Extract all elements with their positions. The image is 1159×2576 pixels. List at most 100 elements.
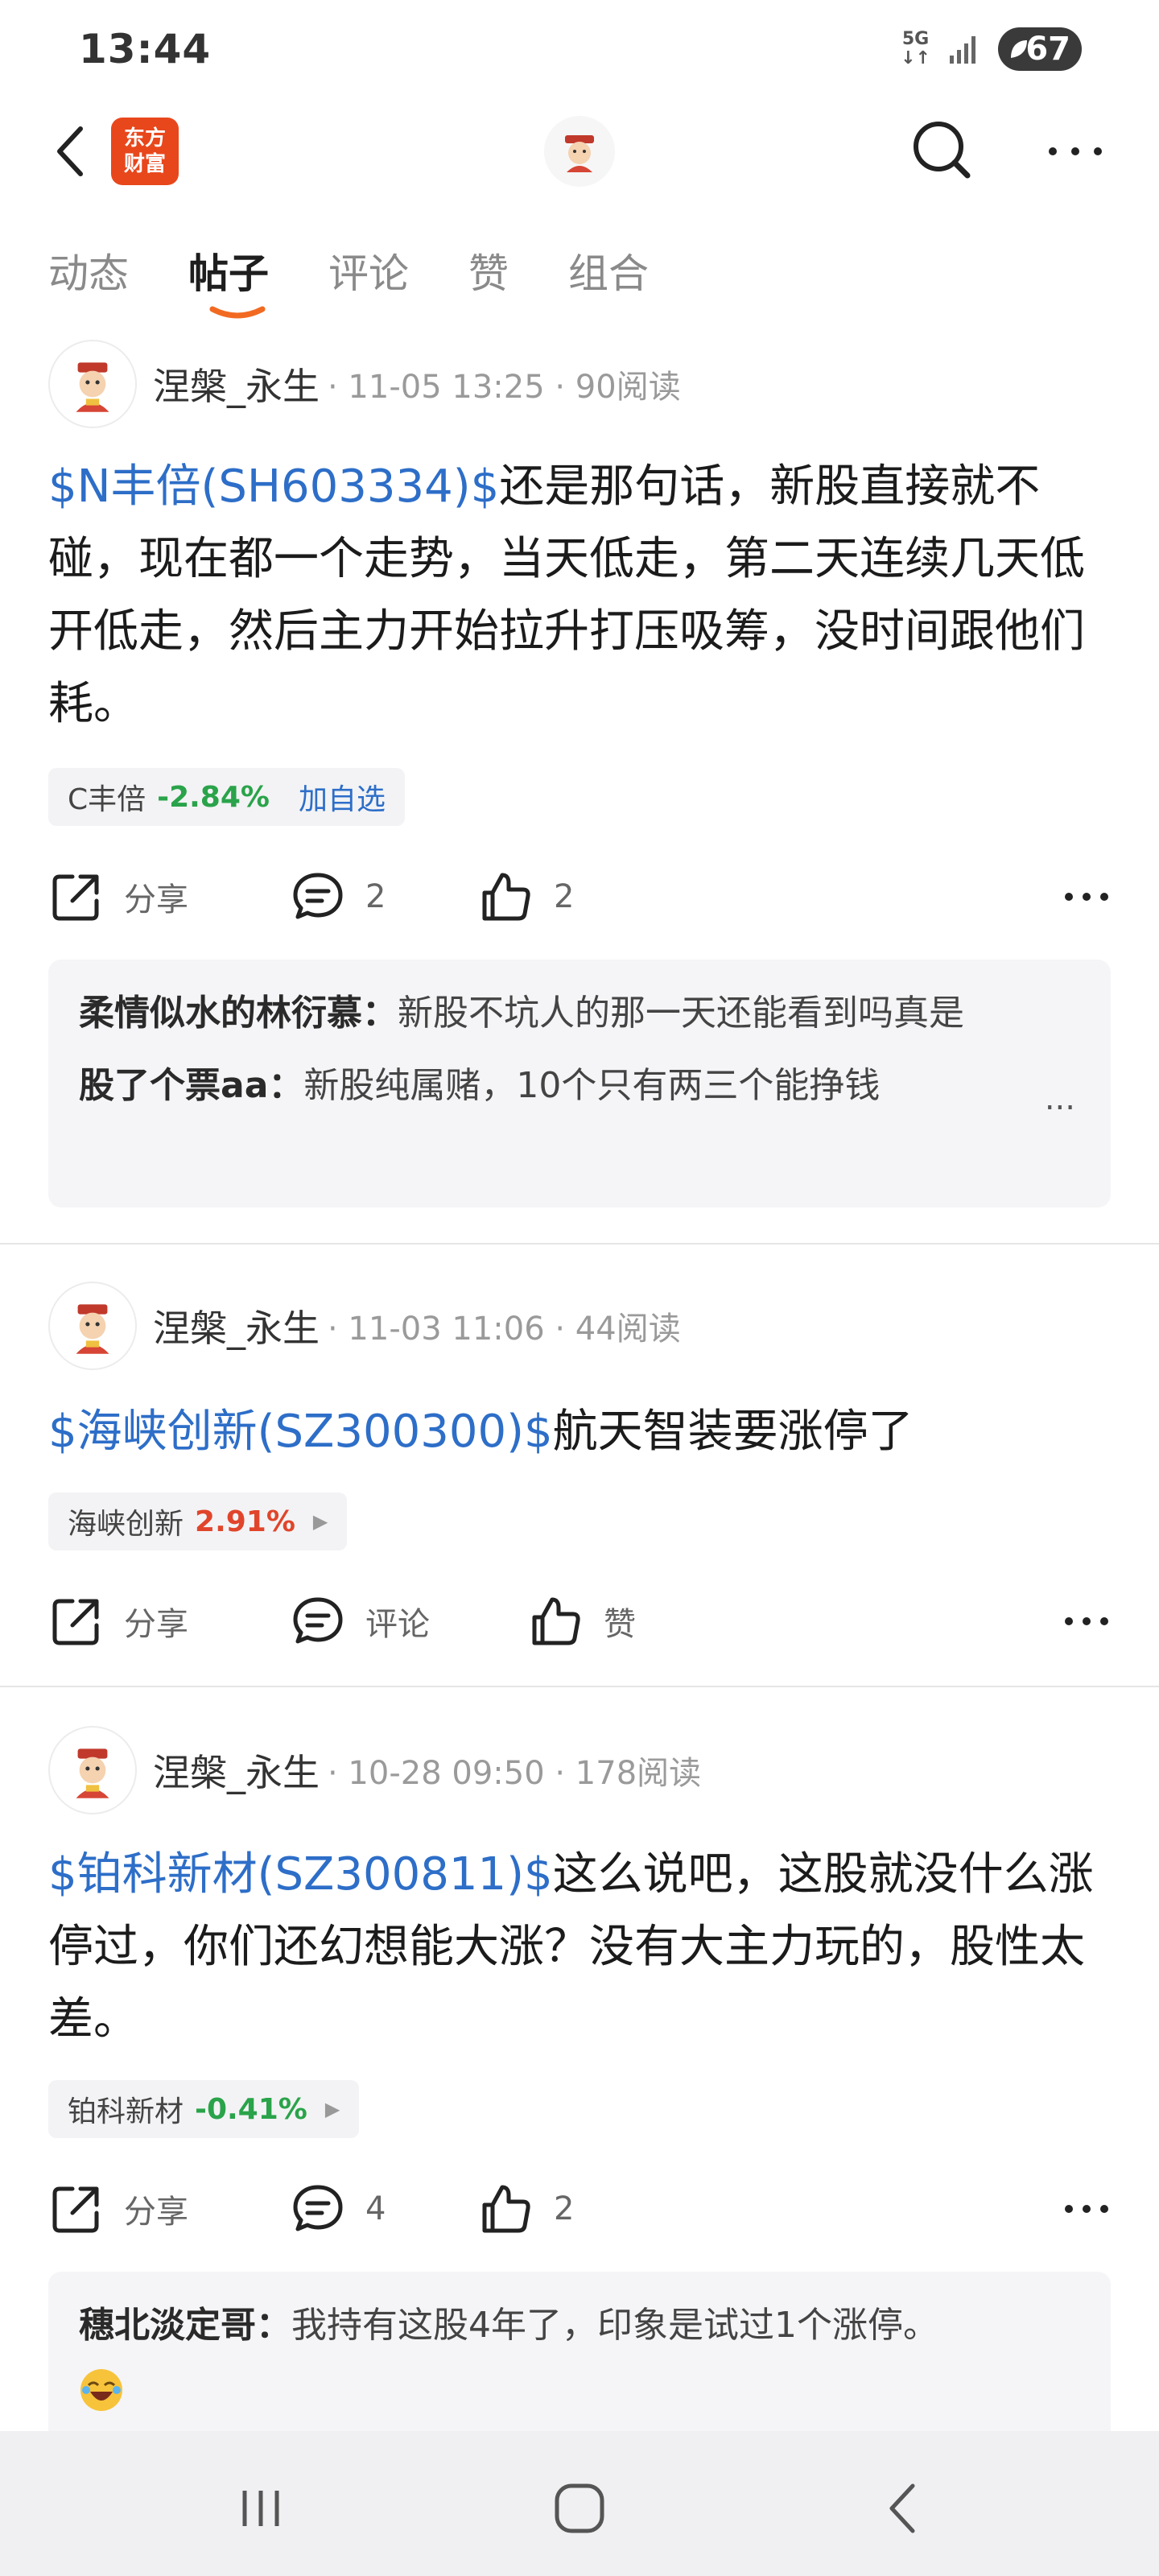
comments-more-indicator[interactable]: ... (1045, 1080, 1075, 1117)
comment-preview-box[interactable]: 穗北淡定哥：我持有这股4年了，印象是试过1个涨停。 (48, 2272, 1111, 2431)
like-count: 2 (554, 878, 575, 915)
stock-tag-link[interactable]: $海峡创新(SZ300300)$ (48, 1406, 553, 1458)
share-button[interactable]: 分享 (48, 2169, 188, 2249)
comment-icon (293, 1597, 343, 1644)
avatar-image (76, 362, 109, 412)
post-divider (0, 1686, 1159, 1687)
like-count: 2 (554, 2190, 575, 2227)
status-time: 13:44 (79, 26, 212, 72)
comment-icon (293, 2185, 343, 2231)
recent-apps-icon[interactable] (229, 2476, 293, 2541)
share-icon (52, 1599, 99, 1645)
commenter-name[interactable]: 穗北淡定哥： (79, 2305, 291, 2346)
comment-text: 新股不坑人的那一天还能看到吗真是 (398, 993, 964, 1034)
share-icon (52, 874, 99, 921)
home-icon[interactable] (547, 2476, 612, 2541)
status-indicators: 5G ↓↑ 67 (901, 27, 1082, 71)
author-name[interactable]: 涅槃_永生 (153, 357, 320, 411)
tab-portfolio[interactable]: 组合 (568, 242, 649, 330)
tab-comments[interactable]: 评论 (328, 242, 409, 330)
author-avatar[interactable] (48, 1726, 137, 1814)
author-avatar[interactable] (48, 340, 137, 428)
tab-activity[interactable]: 动态 (48, 242, 129, 330)
like-button[interactable]: 赞 (528, 1581, 636, 1662)
author-avatar[interactable] (48, 1282, 137, 1370)
commenter-name[interactable]: 柔情似水的林衍慕： (79, 993, 398, 1034)
signal-icon (950, 36, 975, 64)
post-text: 航天智装要涨停了 (552, 1406, 914, 1458)
author-name[interactable]: 涅槃_永生 (153, 1744, 320, 1797)
avatar-image (76, 1304, 109, 1354)
system-nav-bar (0, 2431, 1159, 2576)
post-meta: · 11-05 13:25 · 90阅读 (328, 369, 681, 406)
add-watchlist-button[interactable]: 加自选 (299, 776, 386, 818)
post-body[interactable]: $铂科新材(SZ300811)$这么说吧，这股就没什么涨停过，你们还幻想能大涨？… (48, 1839, 1111, 2056)
battery-indicator: 67 (998, 27, 1082, 71)
comment-button[interactable]: 4 (290, 2169, 386, 2249)
stock-tag-link[interactable]: $N丰倍(SH603334)$ (48, 460, 499, 513)
chip-change: -0.41% (195, 2092, 307, 2126)
comment-button[interactable]: 评论 (290, 1581, 430, 1662)
battery-level: 67 (1025, 31, 1070, 68)
comment-icon (293, 873, 343, 919)
more-icon[interactable] (1062, 2193, 1111, 2225)
author-name[interactable]: 涅槃_永生 (153, 1299, 320, 1352)
comment-preview-box[interactable]: 柔情似水的林衍慕：新股不坑人的那一天还能看到吗真是 股了个票aa：新股纯属赌，1… (48, 960, 1111, 1208)
like-label: 赞 (604, 1606, 636, 1643)
post-author-row: 涅槃_永生 · 10-28 09:50 · 178阅读 (48, 1726, 701, 1814)
profile-tabs: 动态 帖子 评论 赞 组合 (48, 242, 708, 330)
comment-item: 股了个票aa：新股纯属赌，10个只有两三个能挣钱 (79, 1056, 1080, 1116)
back-icon[interactable] (47, 119, 95, 184)
post-action-bar: 分享 2 2 (48, 857, 1111, 937)
comment-text: 我持有这股4年了，印象是试过1个涨停。 (291, 2305, 938, 2346)
stock-chip[interactable]: 海峡创新 2.91% ▶ (48, 1492, 348, 1550)
thumbs-up-icon (482, 873, 530, 921)
post-action-bar: 分享 评论 赞 (48, 1581, 1111, 1662)
tab-likes[interactable]: 赞 (468, 242, 509, 330)
brand-logo[interactable]: 东方 财富 (111, 118, 179, 185)
share-button[interactable]: 分享 (48, 1581, 188, 1662)
comment-text: 新股纯属赌，10个只有两三个能挣钱 (303, 1065, 881, 1106)
share-button[interactable]: 分享 (48, 857, 188, 937)
post-author-row: 涅槃_永生 · 11-03 11:06 · 44阅读 (48, 1282, 681, 1370)
avatar-image (76, 1748, 109, 1798)
thumbs-up-icon (532, 1597, 580, 1645)
stock-chip[interactable]: C丰倍 -2.84% 加自选 (48, 768, 405, 826)
laughing-emoji-icon (80, 2369, 122, 2411)
share-icon (52, 2186, 99, 2233)
comment-item: 穗北淡定哥：我持有这股4年了，印象是试过1个涨停。 (79, 2296, 1080, 2418)
post-meta: · 10-28 09:50 · 178阅读 (328, 1755, 702, 1792)
more-icon[interactable] (1062, 1605, 1111, 1637)
post-body[interactable]: $海峡创新(SZ300300)$航天智装要涨停了 (48, 1396, 1111, 1468)
commenter-name[interactable]: 股了个票aa： (79, 1065, 303, 1106)
chip-stock-name: C丰倍 (68, 783, 146, 816)
tab-posts[interactable]: 帖子 (188, 242, 269, 330)
like-button[interactable]: 2 (478, 2169, 574, 2249)
like-button[interactable]: 2 (478, 857, 574, 937)
chip-change: 2.91% (195, 1505, 295, 1538)
comment-item: 柔情似水的林衍慕：新股不坑人的那一天还能看到吗真是 (79, 984, 1080, 1043)
comment-button[interactable]: 2 (290, 857, 386, 937)
stock-tag-link[interactable]: $铂科新材(SZ300811)$ (48, 1848, 553, 1901)
comment-count: 2 (365, 878, 386, 915)
share-label: 分享 (124, 881, 188, 919)
search-icon[interactable] (908, 116, 975, 184)
post-action-bar: 分享 4 2 (48, 2169, 1111, 2249)
more-icon[interactable] (1062, 881, 1111, 913)
stock-chip[interactable]: 铂科新材 -0.41% ▶ (48, 2080, 360, 2138)
more-icon[interactable] (1043, 135, 1107, 167)
network-icon: 5G ↓↑ (901, 29, 930, 68)
chip-stock-name: 铂科新材 (68, 2095, 184, 2128)
post-meta: · 11-03 11:06 · 44阅读 (328, 1311, 681, 1348)
chip-change: -2.84% (157, 780, 270, 814)
status-bar: 13:44 5G ↓↑ 67 (0, 0, 1159, 97)
post-body[interactable]: $N丰倍(SH603334)$还是那句话，新股直接就不碰，现在都一个走势，当天低… (48, 451, 1111, 741)
comment-count: 4 (365, 2190, 386, 2227)
chip-arrow-icon: ▶ (312, 1510, 328, 1533)
thumbs-up-icon (482, 2185, 530, 2233)
back-nav-icon[interactable] (872, 2476, 937, 2541)
comment-label: 评论 (365, 1606, 430, 1643)
user-avatar[interactable] (544, 116, 615, 187)
post-divider (0, 1243, 1159, 1245)
post-author-row: 涅槃_永生 · 11-05 13:25 · 90阅读 (48, 340, 681, 428)
